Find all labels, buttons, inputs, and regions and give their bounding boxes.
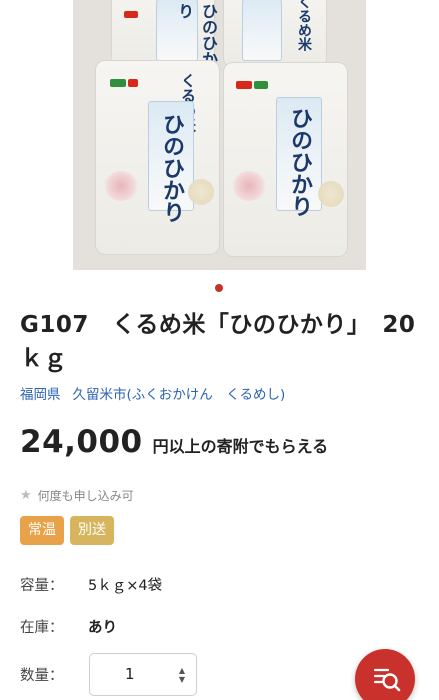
donation-amount: 24,000 xyxy=(20,424,143,460)
search-icon xyxy=(373,668,401,692)
spec-stock: 在庫： あり xyxy=(20,616,117,637)
product-title: G107 くるめ米「ひのひかり」 20ｋｇ xyxy=(20,312,416,372)
region-link[interactable]: 福岡県 久留米市(ふくおかけん くるめし) xyxy=(20,383,297,403)
rice-bag: ひのひかり xyxy=(111,0,218,68)
quantity-value: 1 xyxy=(125,665,135,683)
capacity-label: 容量： xyxy=(20,578,64,594)
capacity-value: 5ｋｇ×4袋 xyxy=(88,578,163,594)
tag-separate-shipping: 別送 xyxy=(70,516,114,545)
multiple-application-note: ★ 何度も申し込み可 xyxy=(20,487,134,504)
star-icon: ★ xyxy=(20,488,32,503)
rice-bag: ひのひかり xyxy=(223,62,348,257)
shipping-tags: 常温 別送 xyxy=(20,516,114,545)
multiple-application-text: 何度も申し込み可 xyxy=(37,489,134,503)
quantity-select[interactable]: 1 ▲ ▼ xyxy=(89,653,197,696)
tag-room-temperature: 常温 xyxy=(20,516,64,545)
stock-label: 在庫： xyxy=(20,620,64,636)
stock-value: あり xyxy=(88,620,117,636)
quantity-label: 数量： xyxy=(20,668,64,684)
carousel-indicator-dot[interactable] xyxy=(215,284,223,292)
product-image-carousel[interactable]: ひのひかり くるめ米 くるめ米 ひのひかり ひのひかり xyxy=(0,0,439,270)
spec-quantity: 数量： xyxy=(20,664,88,685)
search-button[interactable] xyxy=(355,649,415,700)
prefecture-link[interactable]: 福岡県 xyxy=(20,387,61,403)
price-row: 24,000 円以上の寄附でもらえる xyxy=(20,424,328,460)
city-link[interactable]: 久留米市(ふくおかけん くるめし) xyxy=(73,387,286,403)
rice-bag: くるめ米 ひのひかり xyxy=(95,60,220,255)
donation-amount-suffix: 円以上の寄附でもらえる xyxy=(152,437,329,456)
spec-capacity: 容量： 5ｋｇ×4袋 xyxy=(20,574,162,595)
rice-bag: くるめ米 xyxy=(223,0,327,68)
product-photo: ひのひかり くるめ米 くるめ米 ひのひかり ひのひかり xyxy=(73,0,366,270)
updown-chevron-icon: ▲ ▼ xyxy=(178,666,185,684)
